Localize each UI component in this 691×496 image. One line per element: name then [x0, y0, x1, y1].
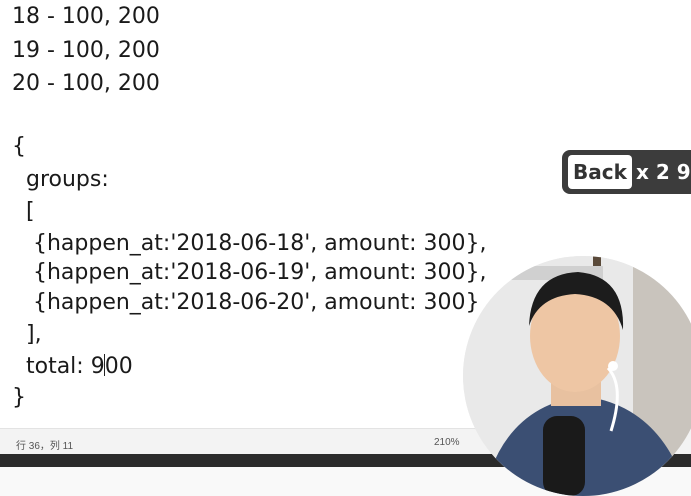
editor-line: [	[12, 199, 35, 224]
presenter-image	[463, 256, 691, 496]
back-multiplier: x 2 9	[636, 160, 691, 184]
webcam-overlay	[463, 256, 691, 496]
editor-line: 18 - 100, 200	[12, 4, 160, 29]
editor-line: 19 - 100, 200	[12, 38, 160, 63]
editor-line: groups:	[12, 167, 109, 192]
editor-line: }	[12, 385, 26, 410]
editor-line-text: total: 9	[12, 354, 105, 379]
cursor-position[interactable]: 行 36，列 11	[16, 437, 73, 452]
back-button[interactable]: Back	[568, 155, 632, 189]
editor-line: {happen_at:'2018-06-18', amount: 300},	[12, 231, 487, 256]
editor-line: 20 - 100, 200	[12, 71, 160, 96]
editor-line-text-after-caret: 00	[104, 354, 133, 379]
editor-line-current: total: 900	[12, 352, 133, 382]
editor-line: {happen_at:'2018-06-20', amount: 300}	[12, 290, 480, 315]
microphone-icon	[543, 416, 585, 496]
editor-line: {happen_at:'2018-06-19', amount: 300},	[12, 260, 487, 285]
editor-line: ],	[12, 322, 42, 347]
zoom-level[interactable]: 210%	[434, 437, 460, 448]
back-overlay: Back x 2 9	[562, 150, 691, 194]
editor-line: {	[12, 134, 26, 159]
